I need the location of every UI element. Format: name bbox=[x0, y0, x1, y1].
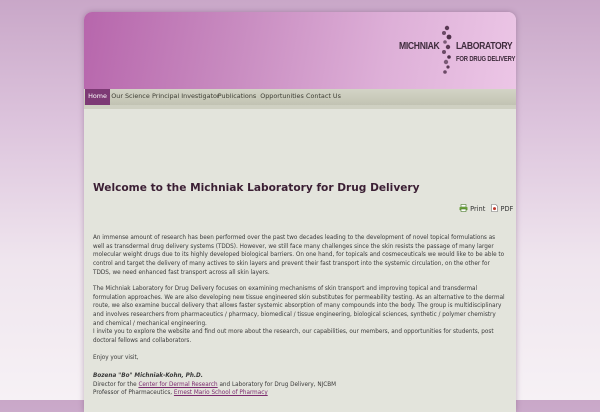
intro-paragraph: An immense amount of research has been p… bbox=[93, 235, 505, 276]
signature-block: Bozena "Bo" Michniak-Kohn, Ph.D. Directo… bbox=[93, 372, 505, 398]
nav-item-principal-investigator[interactable]: Principal Investigator bbox=[152, 89, 220, 105]
main-nav: Home Our Science Principal Investigator … bbox=[84, 89, 516, 109]
closing-line: Enjoy your visit, bbox=[93, 355, 139, 361]
print-link[interactable]: Print bbox=[470, 205, 485, 213]
pdf-link[interactable]: PDF bbox=[501, 205, 514, 213]
logo-word-drug-delivery: FOR DRUG DELIVERY bbox=[456, 54, 516, 63]
nav-item-publications[interactable]: Publications bbox=[217, 89, 257, 105]
nav-item-opportunities[interactable]: Opportunities bbox=[259, 89, 305, 105]
signature-line-1-prefix: Director for the bbox=[93, 381, 139, 388]
print-icon[interactable] bbox=[459, 204, 468, 214]
logo-word-laboratory: LABORATORY bbox=[456, 40, 513, 52]
lab-focus-paragraph: The Michniak Laboratory for Drug Deliver… bbox=[93, 286, 505, 327]
center-for-dermal-research-link[interactable]: Center for Dermal Research bbox=[138, 382, 217, 388]
page-container: MICHNIAK LABORATORY FOR DRUG DELIVERY Ho… bbox=[84, 12, 516, 412]
signature-name: Bozena "Bo" Michniak-Kohn, Ph.D. bbox=[93, 373, 203, 379]
molecule-icon bbox=[442, 25, 452, 74]
nav-item-contact-us[interactable]: Contact Us bbox=[306, 89, 341, 105]
signature-line-1-suffix: and Laboratory for Drug Delivery, NJCBM bbox=[217, 381, 337, 388]
site-header: MICHNIAK LABORATORY FOR DRUG DELIVERY bbox=[84, 12, 516, 89]
logo-word-michniak: MICHNIAK bbox=[399, 40, 440, 52]
pdf-icon[interactable] bbox=[491, 204, 499, 214]
page-title: Welcome to the Michniak Laboratory for D… bbox=[93, 182, 420, 194]
invite-paragraph: I invite you to explore the website and … bbox=[93, 329, 494, 344]
pharmacy-school-link[interactable]: Ernest Mario School of Pharmacy bbox=[174, 390, 268, 396]
nav-item-home[interactable]: Home bbox=[85, 89, 110, 105]
article-tools: Print PDF bbox=[459, 204, 516, 214]
signature-line-2-prefix: Professor of Pharmaceutics, bbox=[93, 390, 174, 397]
site-logo[interactable]: MICHNIAK LABORATORY FOR DRUG DELIVERY bbox=[396, 24, 515, 76]
nav-item-our-science[interactable]: Our Science bbox=[111, 89, 150, 105]
